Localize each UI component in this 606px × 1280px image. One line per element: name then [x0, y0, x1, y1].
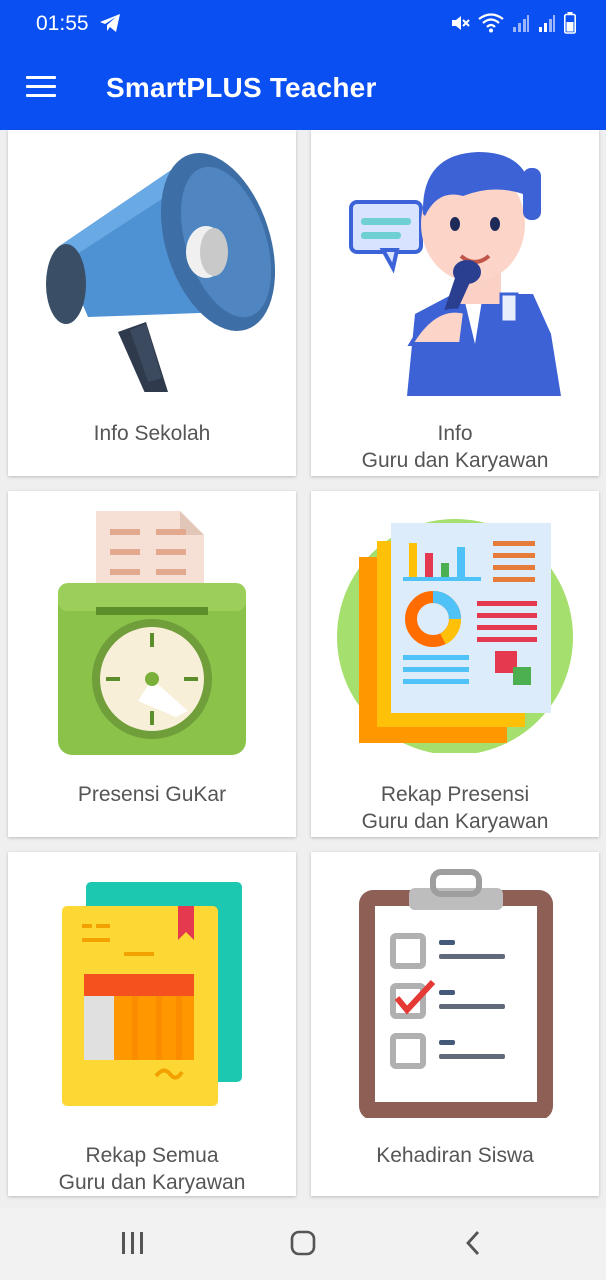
system-nav-bar — [0, 1208, 606, 1280]
presenter-icon — [349, 152, 561, 396]
signal-icon — [513, 15, 529, 32]
menu-label: Kehadiran Siswa — [376, 1144, 534, 1167]
menu-label: Guru dan Karyawan — [361, 449, 549, 472]
wifi-icon — [478, 13, 504, 33]
battery-icon — [564, 12, 576, 34]
menu-card-info-guru-karyawan[interactable]: Info Guru dan Karyawan — [311, 130, 599, 476]
menu-label: Guru dan Karyawan — [58, 1171, 246, 1194]
menu-card-rekap-presensi[interactable]: Rekap Presensi Guru dan Karyawan — [311, 491, 599, 837]
menu-label: Presensi GuKar — [77, 783, 227, 806]
clipboard-checklist-icon — [359, 869, 553, 1118]
status-time: 01:55 — [36, 12, 89, 35]
document-folder-icon — [62, 882, 242, 1106]
menu-label: Info — [437, 422, 473, 445]
app-title: SmartPLUS Teacher — [106, 72, 377, 103]
report-chart-icon — [337, 519, 573, 753]
time-clock-icon — [58, 511, 246, 755]
menu-card-rekap-semua[interactable]: Rekap Semua Guru dan Karyawan — [8, 852, 296, 1196]
signal-icon — [539, 15, 555, 32]
home-icon[interactable] — [288, 1228, 318, 1258]
hamburger-menu-icon[interactable] — [26, 76, 56, 98]
menu-card-info-sekolah[interactable]: Info Sekolah — [8, 130, 296, 476]
app-bar: SmartPLUS Teacher — [0, 48, 606, 130]
status-bar: 01:55 — [0, 0, 606, 48]
recent-apps-icon[interactable] — [120, 1228, 146, 1258]
telegram-icon — [100, 14, 120, 32]
menu-card-kehadiran-siswa[interactable]: Kehadiran Siswa — [311, 852, 599, 1196]
menu-card-presensi-gukar[interactable]: Presensi GuKar — [8, 491, 296, 837]
menu-label: Rekap Semua — [85, 1144, 219, 1167]
menu-label: Rekap Presensi — [380, 783, 530, 806]
megaphone-icon — [46, 153, 276, 392]
back-icon[interactable] — [462, 1228, 484, 1258]
menu-label: Guru dan Karyawan — [361, 810, 549, 833]
mute-icon — [452, 16, 470, 30]
menu-label: Info Sekolah — [93, 422, 211, 445]
menu-grid: Info Sekolah Info Guru dan Karyawan Pres… — [0, 130, 606, 1208]
